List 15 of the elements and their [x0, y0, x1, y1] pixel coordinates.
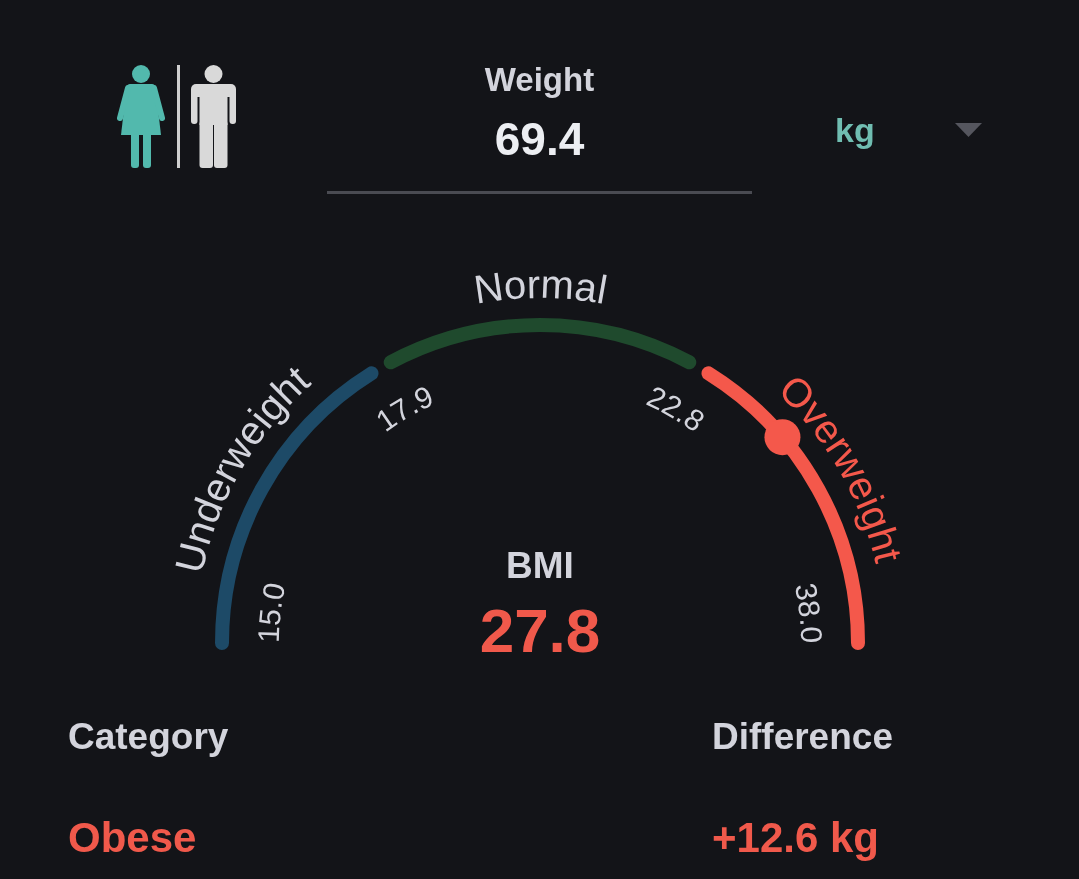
result-value: Obese — [68, 813, 197, 863]
bmi-value: 27.8 — [479, 596, 601, 665]
male-figure-icon[interactable] — [190, 65, 236, 168]
tick-label: 17.9 — [369, 379, 439, 438]
weight-label: Weight — [484, 60, 595, 100]
result-value: +12.6 kg — [712, 813, 879, 863]
unit-dropdown[interactable]: kg — [835, 108, 982, 152]
result-label: Category — [68, 715, 229, 759]
result-label: Difference — [712, 715, 893, 759]
caret-icon — [955, 123, 982, 137]
tick-label: 22.8 — [642, 379, 711, 438]
weight-field[interactable]: 69.4 — [327, 112, 752, 194]
segment-label: Normal — [471, 261, 611, 312]
female-figure-icon[interactable] — [117, 65, 165, 168]
bmi-label: BMI — [506, 545, 574, 586]
